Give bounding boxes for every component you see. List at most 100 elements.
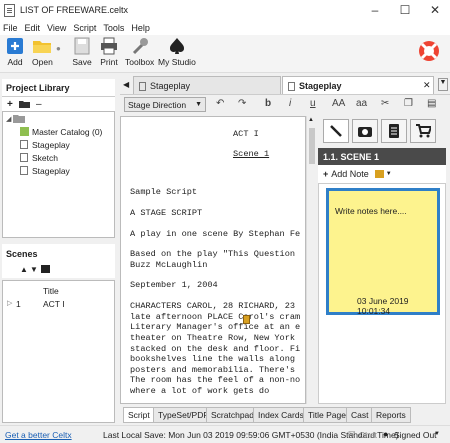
undo-icon[interactable]: ↶ (216, 98, 224, 109)
print-button[interactable]: Print (99, 37, 119, 67)
add-note-button[interactable]: Add Note (331, 169, 369, 179)
scrollbar-thumb[interactable] (309, 128, 315, 164)
my-studio-button[interactable]: My Studio (158, 37, 196, 67)
script-editor[interactable]: ACT I Scene 1 Sample Script A STAGE SCRI… (120, 116, 306, 404)
tab-cast[interactable]: Cast (346, 407, 374, 423)
note-marker-icon[interactable] (243, 315, 250, 324)
notes-tab[interactable] (323, 119, 349, 143)
menu-help[interactable]: Help (131, 23, 150, 33)
document-icon (288, 81, 295, 91)
app-icon (4, 3, 15, 17)
tab-title-page[interactable]: Title Page (303, 407, 351, 423)
main-toolbar: Add Open ● Save Print Toolbox My Studio (0, 35, 450, 73)
menu-script[interactable]: Script (73, 23, 96, 33)
project-library-header: Project Library (2, 79, 115, 97)
redo-icon[interactable]: ↷ (238, 98, 246, 109)
note-color-icon[interactable] (374, 170, 384, 178)
chat-icon[interactable]: ✉ (348, 429, 356, 440)
tree-item-master-catalog[interactable]: Master Catalog (0) (20, 126, 102, 137)
script-scrollbar[interactable]: ▲ (306, 116, 317, 404)
underline-icon[interactable]: u (310, 98, 316, 109)
element-type-value: Stage Direction (128, 100, 187, 110)
studio-icon (169, 38, 184, 54)
save-button[interactable]: Save (72, 37, 92, 67)
expand-icon[interactable]: ◢ (6, 115, 11, 123)
tab-index-cards[interactable]: Index Cards (253, 407, 309, 423)
bold-icon[interactable]: b (265, 98, 271, 109)
project-library-tree: ◢ Master Catalog (0) Stageplay Sketch St… (2, 111, 115, 238)
catalog-icon (20, 127, 29, 136)
uppercase-icon[interactable]: AA (332, 98, 345, 109)
menu-file[interactable]: File (3, 23, 18, 33)
minimize-button[interactable]: – (360, 0, 390, 20)
cart-icon (416, 124, 431, 138)
tab-stageplay-1[interactable]: Stageplay (133, 76, 281, 95)
script-line: ACT I (233, 129, 259, 139)
signed-out-status[interactable]: Signed Out (394, 430, 437, 440)
script-line: CHARACTERS CAROL, 28 RICHARD, 23 (130, 301, 296, 311)
remove-item-icon[interactable]: – (36, 99, 42, 110)
table-row[interactable]: ▷ 1 ACT I (3, 298, 114, 310)
chat-label[interactable]: Chat (359, 430, 377, 440)
element-type-select[interactable]: Stage Direction ▼ (124, 97, 206, 112)
folder-icon (13, 115, 25, 123)
menu-bar: File Edit View Script Tools Help (0, 20, 450, 35)
menu-view[interactable]: View (47, 23, 66, 33)
tab-scratchpad[interactable]: Scratchpad (206, 407, 259, 423)
italic-icon[interactable]: i (289, 98, 291, 109)
wrench-icon (132, 38, 148, 55)
close-button[interactable]: ✕ (420, 0, 450, 20)
add-button[interactable]: Add (5, 37, 25, 67)
chevron-down-icon: ▼ (195, 101, 202, 108)
tree-item-sketch[interactable]: Sketch (20, 152, 58, 163)
open-button[interactable]: Open (32, 37, 53, 67)
move-up-icon[interactable]: ▲ (20, 265, 28, 274)
maximize-button[interactable]: ☐ (390, 0, 420, 20)
tab-stageplay-2[interactable]: Stageplay ✕ (282, 76, 434, 95)
tab-list-icon[interactable]: ▼ (438, 78, 448, 91)
sticky-note[interactable]: Write notes here.... 03 June 2019 10:01:… (326, 188, 440, 316)
open-dropdown-icon[interactable]: ● (56, 44, 61, 53)
merge-icon[interactable] (41, 265, 50, 273)
tab-label: Stageplay (299, 81, 342, 91)
menu-edit[interactable]: Edit (25, 23, 41, 33)
folder-icon[interactable] (19, 100, 30, 108)
note-text[interactable]: Write notes here.... (335, 206, 407, 216)
move-down-icon[interactable]: ▼ (30, 265, 38, 274)
get-better-celtx-link[interactable]: Get a better Celtx (5, 430, 72, 440)
plus-icon[interactable]: + (323, 169, 328, 179)
scroll-up-icon[interactable]: ▲ (308, 117, 314, 123)
scenes-tools: ▲ ▼ (2, 264, 115, 278)
notes-scene-header: 1.1. SCENE 1 (318, 148, 446, 165)
breakdown-tab[interactable] (381, 119, 407, 143)
paste-icon[interactable]: ▤ (427, 98, 436, 109)
tab-typeset-pdf[interactable]: TypeSet/PDF (153, 407, 214, 423)
tab-script[interactable]: Script (123, 407, 155, 423)
tree-item-label: Sketch (32, 152, 58, 163)
user-icon[interactable]: ● (383, 429, 388, 439)
my-studio-label: My Studio (158, 57, 196, 67)
document-icon (20, 140, 28, 149)
media-tab[interactable] (352, 119, 378, 143)
cut-icon[interactable]: ✂ (381, 98, 389, 109)
script-line: Literary Manager's office at an e (130, 322, 301, 332)
lowercase-icon[interactable]: aa (356, 98, 367, 109)
tree-item-stageplay-1[interactable]: Stageplay (20, 139, 70, 150)
close-tab-icon[interactable]: ✕ (423, 80, 431, 91)
menu-tools[interactable]: Tools (103, 23, 124, 33)
expand-icon[interactable]: ▷ (7, 299, 12, 307)
window-title: LIST OF FREEWARE.celtx (20, 5, 129, 15)
chevron-down-icon[interactable]: ▼ (434, 431, 440, 437)
catalog-tab[interactable] (410, 119, 436, 143)
sidebar-tool-tabs (322, 117, 450, 146)
copy-icon[interactable]: ❐ (404, 98, 413, 109)
document-icon (139, 81, 146, 91)
help-lifebuoy-icon[interactable] (417, 39, 441, 63)
tree-item-stageplay-2[interactable]: Stageplay (20, 165, 70, 176)
toolbox-button[interactable]: Toolbox (125, 37, 154, 67)
add-item-icon[interactable]: + (7, 99, 13, 110)
scene-title: ACT I (43, 299, 65, 309)
chevron-down-icon[interactable]: ▼ (386, 171, 392, 177)
tab-scroll-left-icon[interactable]: ◀ (123, 80, 129, 89)
tab-reports[interactable]: Reports (371, 407, 411, 423)
